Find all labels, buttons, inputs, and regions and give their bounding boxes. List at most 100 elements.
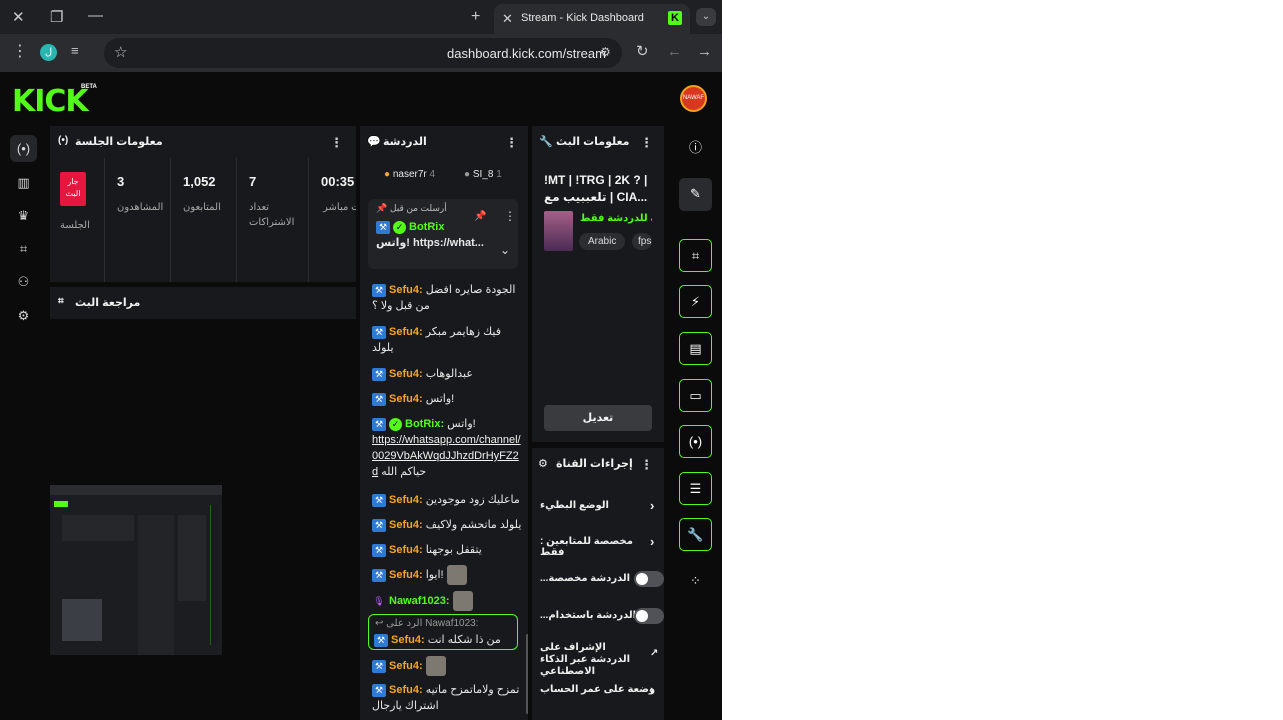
scan-icon[interactable]: ⌗ <box>679 239 712 272</box>
channel-actions-menu-dots-icon[interactable]: ⋮ <box>640 457 653 473</box>
info-icon[interactable]: ⓘ <box>679 132 712 165</box>
live-label: الجلسة <box>60 220 90 231</box>
settings-icon[interactable]: ⚙ <box>10 302 37 329</box>
chat-menu-dots-icon[interactable]: ⋮ <box>505 135 518 151</box>
stat-label: المتابعون <box>183 202 221 213</box>
bolt-icon[interactable]: ⚡ <box>679 285 712 318</box>
emote-image <box>452 591 473 611</box>
stat-label: تعداد الاشتراكات <box>249 202 295 228</box>
category-thumbnail <box>544 211 573 251</box>
actions-icon: ⚙ <box>538 458 548 470</box>
rows-icon[interactable]: ☰ <box>679 472 712 505</box>
review-panel-title: مراجعة البث <box>75 297 141 309</box>
category-name[interactable]: مخصصة للدردشة فقط <box>580 213 652 224</box>
mod-badge-icon: ⚒ <box>372 683 386 697</box>
chat-message: ⚒ Sefu4: ماعليك زود موجودين <box>372 492 522 508</box>
chat-message: ⚒ Sefu4: يلولد ماتحشم ولاكيف <box>372 517 522 533</box>
coin-icon: ● <box>384 169 391 180</box>
bubbles-icon[interactable]: ⁘ <box>679 565 712 598</box>
broadcast-icon[interactable]: (•) <box>10 135 37 162</box>
subscribers-only-toggle[interactable] <box>634 571 664 587</box>
chevron-right-icon: › <box>650 498 655 513</box>
tag-chip[interactable]: fps <box>632 233 652 250</box>
restore-window-icon[interactable]: ❐ <box>50 10 63 25</box>
stat-value: 3 <box>117 174 125 189</box>
stream-info-title: معلومات البث <box>556 136 630 148</box>
pinned-message[interactable]: 📌 أرسلت من قبل 📌 ⋮ ⚒ ✓ BotRix واتس! https:… <box>368 199 518 269</box>
coin-icon: ● <box>464 169 471 180</box>
mic-badge-icon: 🎙 <box>373 595 385 606</box>
pinned-menu-dots-icon[interactable]: ⋮ <box>504 209 516 223</box>
chat-message: ⚒ Sefu4: <box>372 656 522 676</box>
mod-badge-icon: ⚒ <box>374 633 388 647</box>
kick-logo[interactable]: KICK <box>12 84 89 119</box>
stream-review-panel: ⌗ مراجعة البث <box>50 287 356 319</box>
user-avatar[interactable]: NAWAF <box>680 85 707 112</box>
expand-chevron-icon[interactable]: ⌄ <box>500 243 510 257</box>
close-window-icon[interactable]: ✕ <box>12 10 25 25</box>
slow-mode-row[interactable]: الوضع البطيء › <box>540 498 658 513</box>
tab-search-chevron-icon[interactable]: ⌄ <box>696 8 716 26</box>
mod-badge-icon: ⚒ <box>372 367 386 381</box>
close-tab-icon[interactable]: ✕ <box>502 11 513 27</box>
account-age-row[interactable]: وضعة على عمر الحساب › <box>540 682 658 697</box>
session-menu-dots-icon[interactable]: ⋮ <box>330 135 343 151</box>
chat-scrollbar[interactable] <box>526 634 528 714</box>
mod-badge-icon: ⚒ <box>372 568 386 582</box>
trophy-icon[interactable]: ♛ <box>10 202 37 229</box>
forward-icon[interactable]: → <box>697 44 712 59</box>
emote-only-toggle[interactable] <box>634 608 664 624</box>
url-text: dashboard.kick.com/stream <box>447 46 606 61</box>
live-badge: جار البث <box>60 172 86 206</box>
chat-icon[interactable]: ▭ <box>679 379 712 412</box>
verified-icon: ✓ <box>393 220 406 234</box>
new-tab-icon[interactable]: + <box>471 9 480 25</box>
stat-label: المشاهدون <box>117 202 164 213</box>
scan-icon[interactable]: ⌗ <box>10 235 37 262</box>
scan-icon: ⌗ <box>58 296 64 307</box>
chat-bubble-icon: 💬 <box>367 136 381 148</box>
mod-badge-icon: ⚒ <box>376 220 390 234</box>
session-panel-header: (•) معلومات الجلسة ⋮ <box>50 126 356 158</box>
notes-icon[interactable]: ▤ <box>679 332 712 365</box>
mod-badge-icon: ⚒ <box>372 659 386 673</box>
pin-small-icon: 📌 <box>376 203 388 213</box>
external-link-icon: ↗ <box>650 648 659 659</box>
stat-subscriptions: 7 تعداد الاشتراكات <box>236 158 300 282</box>
top-chatter[interactable]: ● SI_8 1 <box>464 169 502 180</box>
stream-info-menu-dots-icon[interactable]: ⋮ <box>640 135 653 151</box>
back-icon[interactable]: ← <box>667 44 682 59</box>
chart-icon[interactable]: ▥ <box>10 169 37 196</box>
pencil-icon[interactable]: ✎ <box>679 178 712 211</box>
wrench-icon: 🔧 <box>539 136 553 148</box>
channel-actions-title: إجراءات القناة <box>556 458 633 470</box>
reload-icon[interactable]: ↻ <box>636 44 649 59</box>
chevron-right-icon: › <box>650 682 655 697</box>
stat-value: 1,052 <box>183 174 216 189</box>
session-info-panel: (•) معلومات الجلسة ⋮ جار البث الجلسة 3 ا… <box>50 126 356 282</box>
ai-moderation-row[interactable]: الإشراف على الدردشة عبر الذكاء الاصطناعي… <box>540 642 658 678</box>
browser-tab-active[interactable]: ✕ Stream - Kick Dashboard K <box>494 4 690 34</box>
chat-panel: 💬 الدردشة ⋮ ● naser7r 4 ● SI_8 1 📌 أرسلت… <box>360 126 528 720</box>
menu-dots-icon[interactable]: ⋮ <box>12 44 28 60</box>
playlist-icon[interactable]: ≡ <box>71 44 79 57</box>
minimize-window-icon[interactable]: — <box>88 8 103 23</box>
profile-avatar[interactable]: ل <box>40 44 57 61</box>
stat-label: ت مباشر <box>323 202 356 213</box>
address-bar[interactable]: ☆ dashboard.kick.com/stream ⚙ <box>104 38 622 68</box>
mod-badge-icon: ⚒ <box>372 283 386 297</box>
star-bookmark-icon[interactable]: ☆ <box>114 45 127 60</box>
followers-only-row[interactable]: : مخصصة للمتابعين فقط › <box>540 534 658 558</box>
edit-stream-button[interactable]: تعديل <box>544 405 652 431</box>
chat-message: 🎙 Nawaf1023: <box>372 591 522 611</box>
site-settings-icon[interactable]: ⚙ <box>600 46 611 58</box>
users-icon[interactable]: ⚇ <box>10 268 37 295</box>
mod-badge-icon: ⚒ <box>372 543 386 557</box>
tag-chip[interactable]: Arabic <box>579 233 626 250</box>
wrench-icon[interactable]: 🔧 <box>679 518 712 551</box>
verified-icon: ✓ <box>389 417 402 431</box>
top-chatter[interactable]: ● naser7r 4 <box>384 169 435 180</box>
stat-followers: 1,052 المتابعون <box>170 158 234 282</box>
broadcast-icon[interactable]: (•) <box>679 425 712 458</box>
mod-badge-icon: ⚒ <box>372 325 386 339</box>
